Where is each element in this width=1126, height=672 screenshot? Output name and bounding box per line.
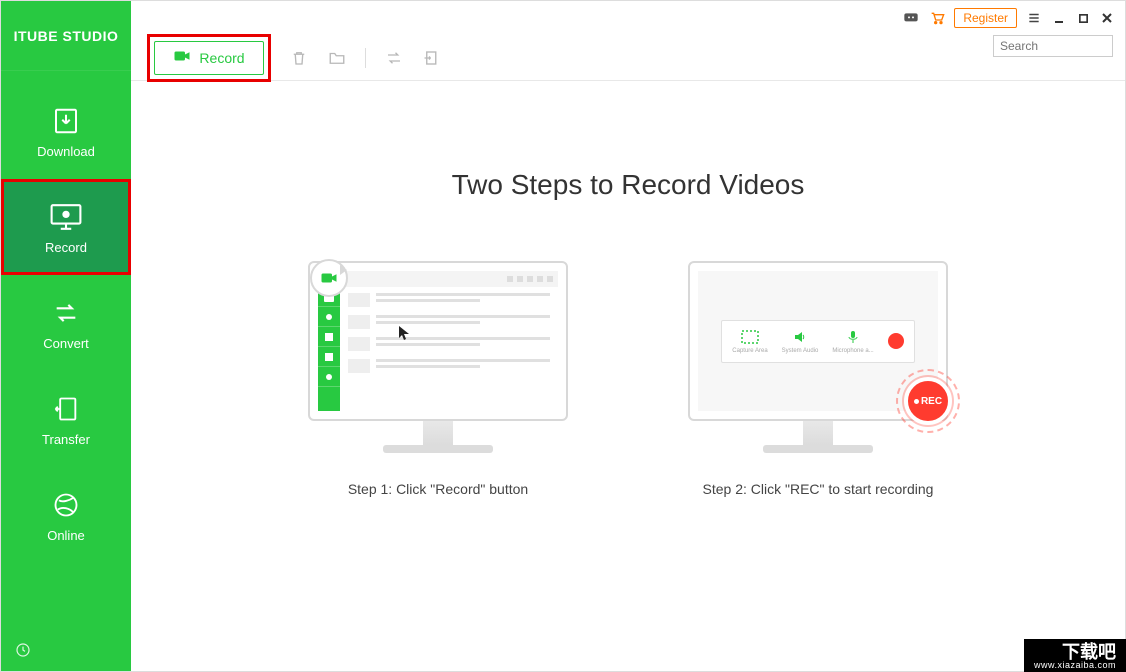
sidebar-item-label: Download [37, 144, 95, 159]
record-button-highlight: Record [147, 34, 271, 82]
speaker-icon [790, 329, 810, 345]
globe-icon [49, 488, 83, 522]
step1-monitor-illustration [308, 261, 568, 453]
sidebar-item-label: Convert [43, 336, 89, 351]
camera-icon [173, 49, 191, 66]
sidebar-item-convert[interactable]: Convert [1, 275, 131, 371]
content-area: Two Steps to Record Videos [131, 109, 1125, 671]
import-icon[interactable] [422, 48, 442, 68]
app-window: ITUBE STUDIO Download Record Convert [0, 0, 1126, 672]
main-area: Register Reco [131, 1, 1125, 671]
toolbar-separator [365, 48, 366, 68]
record-button-label: Record [199, 50, 244, 66]
close-button[interactable] [1099, 10, 1115, 26]
capture-area-icon [740, 329, 760, 345]
step-2: Capture Area System Audio Microphone a..… [688, 261, 948, 497]
record-screen-icon [49, 200, 83, 234]
step-1: Step 1: Click "Record" button [308, 261, 568, 497]
sidebar-item-transfer[interactable]: Transfer [1, 371, 131, 467]
watermark-sub: www.xiazaiba.com [1034, 661, 1116, 670]
rec-badge-label: REC [921, 396, 942, 407]
cursor-icon [398, 325, 412, 346]
record-button[interactable]: Record [154, 41, 264, 75]
sidebar-nav: Download Record Convert Transfer [1, 71, 131, 633]
cart-icon[interactable] [928, 9, 946, 27]
folder-icon[interactable] [327, 48, 347, 68]
page-heading: Two Steps to Record Videos [452, 169, 805, 201]
register-button[interactable]: Register [954, 8, 1017, 28]
sidebar-footer [1, 633, 131, 671]
watermark-main: 下载吧 [1034, 643, 1116, 661]
sidebar-item-label: Transfer [42, 432, 90, 447]
rec-badge: REC [904, 377, 952, 425]
sidebar-item-download[interactable]: Download [1, 83, 131, 179]
titlebar: Register [131, 1, 1125, 35]
step2-caption: Step 2: Click "REC" to start recording [703, 481, 934, 497]
sidebar-item-record[interactable]: Record [1, 179, 131, 275]
sidebar-item-label: Record [45, 240, 87, 255]
watermark: 下载吧 www.xiazaiba.com [1024, 639, 1126, 672]
rec-small-icon [888, 333, 904, 349]
toolbar: Record [131, 35, 1125, 81]
step1-caption: Step 1: Click "Record" button [348, 481, 528, 497]
discord-icon[interactable] [902, 9, 920, 27]
sidebar: ITUBE STUDIO Download Record Convert [1, 1, 131, 671]
menu-icon[interactable] [1025, 9, 1043, 27]
trash-icon[interactable] [289, 48, 309, 68]
step2-monitor-illustration: Capture Area System Audio Microphone a..… [688, 261, 948, 453]
app-logo: ITUBE STUDIO [1, 1, 131, 71]
maximize-button[interactable] [1075, 10, 1091, 26]
download-icon [49, 104, 83, 138]
clock-icon[interactable] [15, 642, 31, 663]
steps-row: Step 1: Click "Record" button Capture Ar… [308, 261, 948, 497]
loop-icon[interactable] [384, 48, 404, 68]
sidebar-item-online[interactable]: Online [1, 467, 131, 563]
transfer-icon [49, 392, 83, 426]
convert-icon [49, 296, 83, 330]
sidebar-item-label: Online [47, 528, 85, 543]
minimize-button[interactable] [1051, 10, 1067, 26]
microphone-icon [843, 329, 863, 345]
